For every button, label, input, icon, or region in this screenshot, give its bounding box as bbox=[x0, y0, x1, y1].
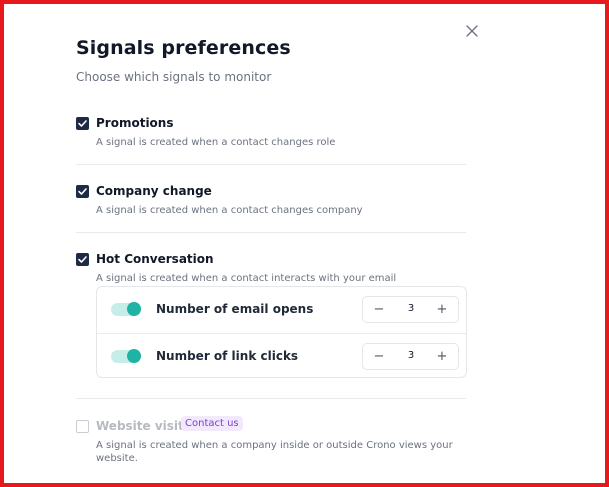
signals-preferences-dialog: Signals preferences Choose which signals… bbox=[0, 0, 609, 487]
increment-button[interactable]: + bbox=[433, 348, 451, 366]
divider bbox=[76, 232, 466, 233]
option-label: Number of email opens bbox=[156, 302, 314, 316]
check-icon bbox=[78, 188, 87, 195]
website-visit-checkbox[interactable] bbox=[76, 420, 89, 433]
hot-conversation-options: Number of email opens − 3 + Number of li… bbox=[96, 286, 467, 378]
option-link-clicks: Number of link clicks − 3 + bbox=[97, 333, 466, 379]
check-icon bbox=[78, 256, 87, 263]
company-change-checkbox[interactable] bbox=[76, 185, 89, 198]
signal-title: Website visit bbox=[96, 419, 184, 433]
toggle-knob bbox=[127, 349, 141, 363]
link-clicks-stepper: − 3 + bbox=[362, 343, 459, 370]
signal-description: A signal is created when a contact chang… bbox=[96, 137, 336, 148]
signal-description: A signal is created when a contact inter… bbox=[96, 273, 397, 284]
decrement-button[interactable]: − bbox=[370, 301, 388, 319]
dialog-subtitle: Choose which signals to monitor bbox=[76, 70, 272, 84]
signal-title: Promotions bbox=[96, 116, 174, 130]
hot-conversation-checkbox[interactable] bbox=[76, 253, 89, 266]
signal-description: A signal is created when a contact chang… bbox=[96, 205, 363, 216]
email-opens-toggle[interactable] bbox=[111, 302, 141, 316]
increment-button[interactable]: + bbox=[433, 301, 451, 319]
stepper-value[interactable]: 3 bbox=[401, 303, 421, 314]
check-icon bbox=[78, 120, 87, 127]
signal-description: A signal is created when a company insid… bbox=[96, 440, 453, 464]
signal-title: Company change bbox=[96, 184, 212, 198]
signal-title: Hot Conversation bbox=[96, 252, 214, 266]
stepper-value[interactable]: 3 bbox=[401, 350, 421, 361]
promotions-checkbox[interactable] bbox=[76, 117, 89, 130]
divider bbox=[76, 164, 466, 165]
close-icon[interactable] bbox=[464, 23, 480, 39]
contact-us-badge[interactable]: Contact us bbox=[181, 416, 243, 431]
email-opens-stepper: − 3 + bbox=[362, 296, 459, 323]
toggle-knob bbox=[127, 302, 141, 316]
decrement-button[interactable]: − bbox=[370, 348, 388, 366]
link-clicks-toggle[interactable] bbox=[111, 349, 141, 363]
divider bbox=[76, 398, 466, 399]
option-email-opens: Number of email opens − 3 + bbox=[97, 287, 466, 333]
option-label: Number of link clicks bbox=[156, 349, 299, 363]
dialog-title: Signals preferences bbox=[76, 37, 291, 59]
